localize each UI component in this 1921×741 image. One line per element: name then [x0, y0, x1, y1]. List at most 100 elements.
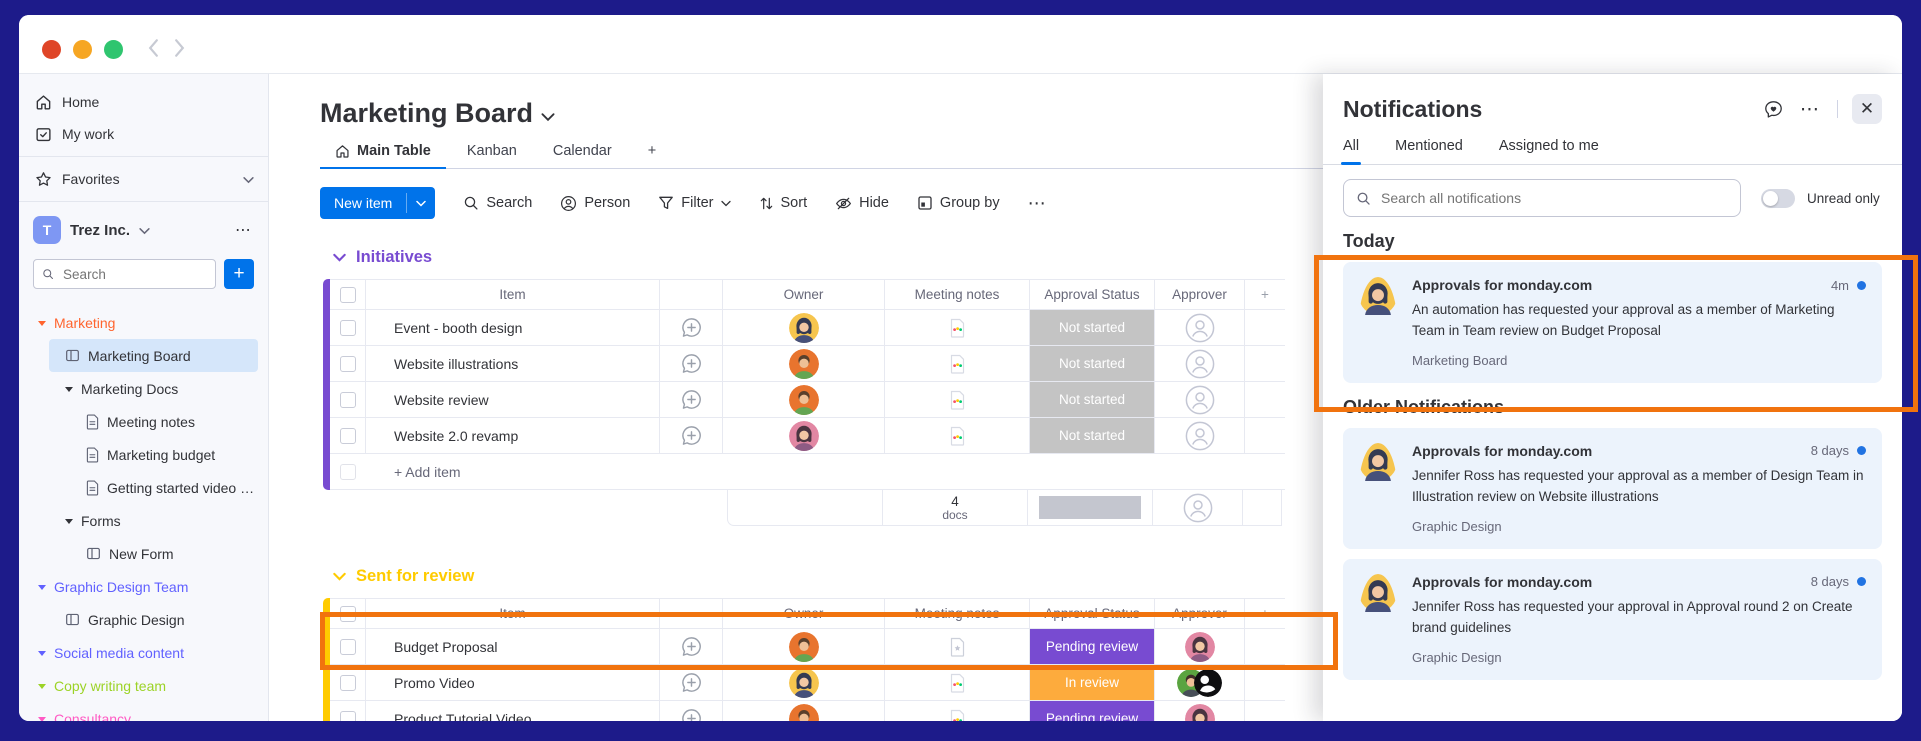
close-window-button[interactable] [42, 40, 61, 59]
approval-status-cell[interactable]: Not started [1030, 346, 1155, 381]
sidebar-item-marketing-budget[interactable]: Marketing budget [19, 438, 268, 471]
workspace-more-icon[interactable]: ⋯ [235, 220, 252, 240]
add-update-icon[interactable] [680, 424, 703, 447]
sidebar-item-marketing[interactable]: Marketing [19, 306, 268, 339]
open-updates-cell[interactable] [660, 382, 723, 417]
item-name[interactable]: Product Tutorial Video [366, 701, 660, 721]
hide-button[interactable]: Hide [835, 195, 889, 212]
filter-button[interactable]: Filter [658, 195, 730, 211]
collapse-arrow-icon[interactable] [38, 717, 46, 721]
owner-cell[interactable] [723, 346, 885, 381]
sidebar-item-my-work[interactable]: My work [19, 118, 268, 150]
meeting-notes-doc-icon[interactable] [949, 426, 966, 446]
add-board-button[interactable]: + [224, 259, 254, 289]
add-update-icon[interactable] [680, 316, 703, 339]
owner-cell[interactable] [723, 629, 885, 664]
new-item-button[interactable]: New item [320, 187, 435, 219]
approver-cell[interactable] [1155, 418, 1245, 453]
row-checkbox[interactable] [340, 320, 356, 336]
notifications-more-icon[interactable]: ⋯ [1800, 98, 1821, 121]
open-updates-cell[interactable] [660, 701, 723, 721]
tab-calendar[interactable]: Calendar [538, 134, 627, 168]
feedback-icon[interactable] [1763, 99, 1784, 120]
open-updates-cell[interactable] [660, 310, 723, 345]
notification-item[interactable]: Approvals for monday.com 8 days Jennifer… [1343, 428, 1882, 549]
collapse-arrow-icon[interactable] [65, 519, 73, 524]
sidebar-item-new-form[interactable]: New Form [19, 537, 268, 570]
open-updates-cell[interactable] [660, 665, 723, 700]
minimize-window-button[interactable] [73, 40, 92, 59]
table-row-promo-video[interactable]: Promo Video In review [330, 665, 1285, 701]
sidebar-item-getting-started-video[interactable]: Getting started video … [19, 471, 268, 504]
collapse-arrow-icon[interactable] [65, 387, 73, 392]
add-update-icon[interactable] [680, 635, 703, 658]
meeting-notes-doc-icon[interactable] [949, 709, 966, 722]
item-name[interactable]: Event - booth design [366, 310, 660, 345]
back-icon[interactable] [148, 39, 159, 62]
add-column-button[interactable]: + [1245, 599, 1285, 628]
item-name[interactable]: Website 2.0 revamp [366, 418, 660, 453]
row-checkbox[interactable] [340, 392, 356, 408]
table-row-budget-proposal[interactable]: Budget Proposal Pending review [330, 629, 1285, 665]
owner-cell[interactable] [723, 382, 885, 417]
row-checkbox[interactable] [340, 639, 356, 655]
sidebar-item-graphic-design[interactable]: Graphic Design [19, 603, 268, 636]
sidebar-item-social-media-content[interactable]: Social media content [19, 636, 268, 669]
meeting-notes-cell[interactable] [885, 346, 1030, 381]
approver-cell[interactable] [1155, 346, 1245, 381]
approver-cell[interactable] [1155, 310, 1245, 345]
notifications-tab-mentioned[interactable]: Mentioned [1395, 138, 1463, 164]
approval-status-cell[interactable]: Not started [1030, 418, 1155, 453]
row-checkbox[interactable] [340, 356, 356, 372]
add-update-icon[interactable] [680, 352, 703, 375]
column-header-item[interactable]: Item [366, 599, 660, 628]
item-name[interactable]: Website illustrations [366, 346, 660, 381]
meeting-notes-doc-icon[interactable] [949, 390, 966, 410]
open-updates-cell[interactable] [660, 418, 723, 453]
sidebar-item-graphic-design-team[interactable]: Graphic Design Team [19, 570, 268, 603]
column-header-approval-status[interactable]: Approval Status [1030, 599, 1155, 628]
notification-board[interactable]: Marketing Board [1412, 353, 1866, 368]
meeting-notes-cell[interactable] [885, 382, 1030, 417]
sort-button[interactable]: Sort [759, 195, 808, 211]
notification-item[interactable]: Approvals for monday.com 8 days Jennifer… [1343, 559, 1882, 680]
group-collapse-icon[interactable] [333, 248, 346, 267]
table-row-website-2-0-revamp[interactable]: Website 2.0 revamp Not started [330, 418, 1285, 454]
sidebar-item-forms[interactable]: Forms [19, 504, 268, 537]
meeting-notes-doc-icon[interactable] [949, 318, 966, 338]
owner-cell[interactable] [723, 310, 885, 345]
notifications-tab-all[interactable]: All [1343, 138, 1359, 164]
collapse-arrow-icon[interactable] [38, 321, 46, 326]
search-button[interactable]: Search [463, 195, 532, 211]
select-all-checkbox[interactable] [340, 287, 356, 303]
approval-status-cell[interactable]: Not started [1030, 382, 1155, 417]
owner-cell[interactable] [723, 665, 885, 700]
approval-status-cell[interactable]: Not started [1030, 310, 1155, 345]
collapse-arrow-icon[interactable] [38, 585, 46, 590]
add-update-icon[interactable] [680, 671, 703, 694]
collapse-arrow-icon[interactable] [38, 651, 46, 656]
column-header-approver[interactable]: Approver [1155, 280, 1245, 309]
docs-summary[interactable]: 4docs [883, 490, 1028, 525]
add-update-icon[interactable] [680, 388, 703, 411]
column-header-approval-status[interactable]: Approval Status [1030, 280, 1155, 309]
tab-main-table[interactable]: Main Table [320, 134, 446, 168]
column-header-meeting-notes[interactable]: Meeting notes [885, 599, 1030, 628]
approver-cell[interactable] [1155, 382, 1245, 417]
add-update-icon[interactable] [680, 707, 703, 721]
new-item-caret-icon[interactable] [407, 187, 435, 219]
add-item-row[interactable]: + Add item [330, 454, 1285, 490]
meeting-notes-cell[interactable] [885, 418, 1030, 453]
meeting-notes-cell[interactable] [885, 310, 1030, 345]
notification-item[interactable]: Approvals for monday.com 4m An automatio… [1343, 262, 1882, 383]
collapse-arrow-icon[interactable] [38, 684, 46, 689]
approval-status-cell[interactable]: In review [1030, 665, 1155, 700]
group-collapse-icon[interactable] [333, 567, 346, 586]
item-name[interactable]: Promo Video [366, 665, 660, 700]
approver-cell[interactable] [1155, 665, 1245, 700]
owner-cell[interactable] [723, 418, 885, 453]
approval-status-cell[interactable]: Pending review [1030, 701, 1155, 721]
tab-[interactable]: + [633, 134, 671, 168]
meeting-notes-cell[interactable] [885, 629, 1030, 664]
sidebar-item-home[interactable]: Home [19, 86, 268, 118]
